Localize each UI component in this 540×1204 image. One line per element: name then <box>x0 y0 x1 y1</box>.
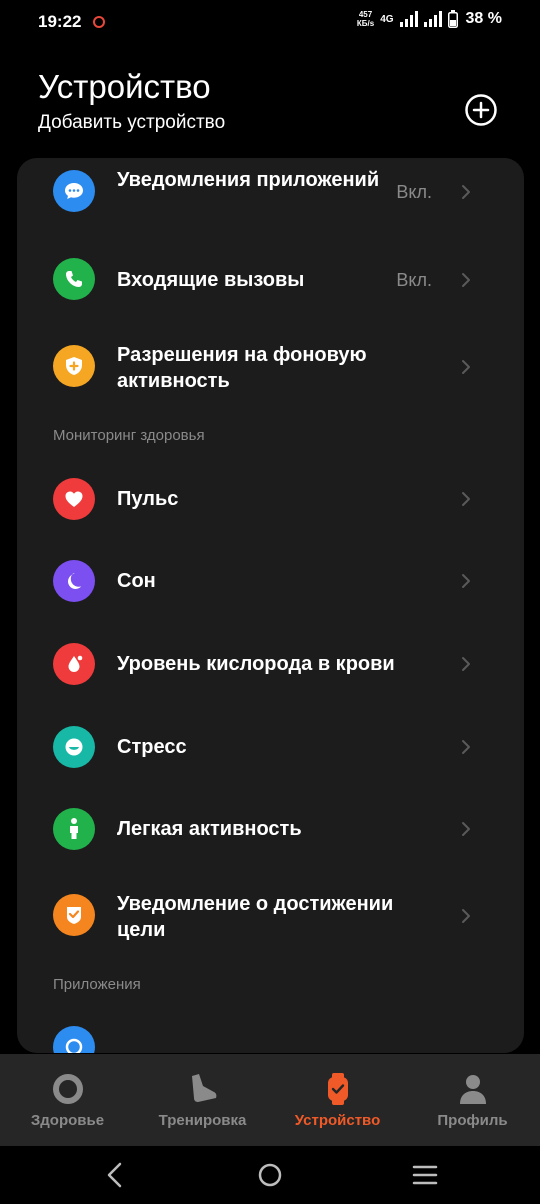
nav-label: Здоровье <box>30 1112 105 1129</box>
chevron-right-icon <box>462 185 470 199</box>
chevron-right-icon <box>462 657 470 671</box>
battery-icon <box>447 10 458 28</box>
list-item-sleep[interactable]: Сон <box>17 545 524 617</box>
watch-icon <box>327 1073 348 1105</box>
row-label: Уведомление о достижении цели <box>117 893 394 941</box>
row-label: Сон <box>117 570 156 592</box>
signal-icon <box>399 11 418 27</box>
battery-percent: 38 % <box>465 10 502 27</box>
recording-indicator-icon <box>93 16 105 28</box>
nav-label: Профиль <box>437 1112 508 1129</box>
nav-label: Устройство <box>294 1112 381 1129</box>
page-title: Устройство <box>38 68 211 105</box>
user-icon <box>459 1075 486 1104</box>
face-icon <box>53 726 95 768</box>
add-device-link[interactable]: Добавить устройство <box>38 112 225 134</box>
chevron-right-icon <box>462 574 470 588</box>
chevron-right-icon <box>462 909 470 923</box>
system-navigation-bar <box>0 1146 540 1204</box>
chevron-right-icon <box>462 360 470 374</box>
phone-icon <box>53 258 95 300</box>
bottom-navigation: Здоровье Тренировка Устройство Профиль <box>0 1054 540 1146</box>
status-icons: 457 КБ/s 4G 38 % <box>357 10 502 28</box>
row-label: Пульс <box>117 488 179 510</box>
badge-icon <box>53 894 95 936</box>
chevron-right-icon <box>462 492 470 506</box>
person-icon <box>53 808 95 850</box>
network-speed-value: 457 <box>358 10 373 19</box>
row-label: Уровень кислорода в крови <box>117 653 395 675</box>
nav-tab-profile[interactable]: Профиль <box>405 1054 540 1146</box>
row-value: Вкл. <box>396 182 432 202</box>
chat-bubble-icon <box>53 170 95 212</box>
row-label: Стресс <box>117 736 187 758</box>
row-label: Уведомления приложений <box>117 169 380 191</box>
network-type: 4G <box>380 13 394 25</box>
list-item-app-notifications[interactable]: Уведомления приложений Вкл. <box>17 158 524 228</box>
list-item-partial[interactable] <box>17 1018 524 1053</box>
section-header-health: Мониторинг здоровья <box>53 427 205 444</box>
shield-plus-icon <box>53 345 95 387</box>
row-label: Разрешения на фоновую активность <box>117 344 367 392</box>
add-device-button[interactable] <box>464 93 498 127</box>
heart-icon <box>53 478 95 520</box>
list-item-pulse[interactable]: Пульс <box>17 463 524 535</box>
row-label: Входящие вызовы <box>117 269 305 291</box>
list-item-goal-notification[interactable]: Уведомление о достижении цели <box>17 875 524 957</box>
chevron-right-icon <box>462 740 470 754</box>
nav-tab-health[interactable]: Здоровье <box>0 1054 135 1146</box>
settings-card: Уведомления приложений Вкл. Входящие выз… <box>17 158 524 1053</box>
nav-tab-device[interactable]: Устройство <box>270 1054 405 1146</box>
network-speed-unit: КБ/s <box>356 19 375 28</box>
list-item-background-activity[interactable]: Разрешения на фоновую активность <box>17 328 524 408</box>
nav-label: Тренировка <box>158 1112 247 1129</box>
moon-icon <box>53 560 95 602</box>
status-time: 19:22 <box>38 12 82 31</box>
back-icon[interactable] <box>100 1160 130 1190</box>
row-value: Вкл. <box>396 270 432 290</box>
chevron-right-icon <box>462 273 470 287</box>
list-item-stress[interactable]: Стресс <box>17 711 524 783</box>
drop-icon <box>53 643 95 685</box>
list-item-light-activity[interactable]: Легкая активность <box>17 793 524 865</box>
status-bar: 19:22 457 КБ/s 4G 38 % <box>0 0 540 44</box>
network-speed: 457 КБ/s <box>357 10 374 28</box>
app-icon <box>53 1026 95 1053</box>
list-item-incoming-calls[interactable]: Входящие вызовы Вкл. <box>17 238 524 308</box>
ring-icon <box>52 1074 83 1104</box>
row-label: Легкая активность <box>117 818 302 840</box>
list-item-blood-oxygen[interactable]: Уровень кислорода в крови <box>17 627 524 701</box>
signal-icon-2 <box>423 11 442 27</box>
section-header-apps: Приложения <box>53 976 141 993</box>
nav-tab-workout[interactable]: Тренировка <box>135 1054 270 1146</box>
shoe-icon <box>191 1074 216 1102</box>
home-icon[interactable] <box>255 1160 285 1190</box>
recents-menu-icon[interactable] <box>410 1160 440 1190</box>
chevron-right-icon <box>462 822 470 836</box>
